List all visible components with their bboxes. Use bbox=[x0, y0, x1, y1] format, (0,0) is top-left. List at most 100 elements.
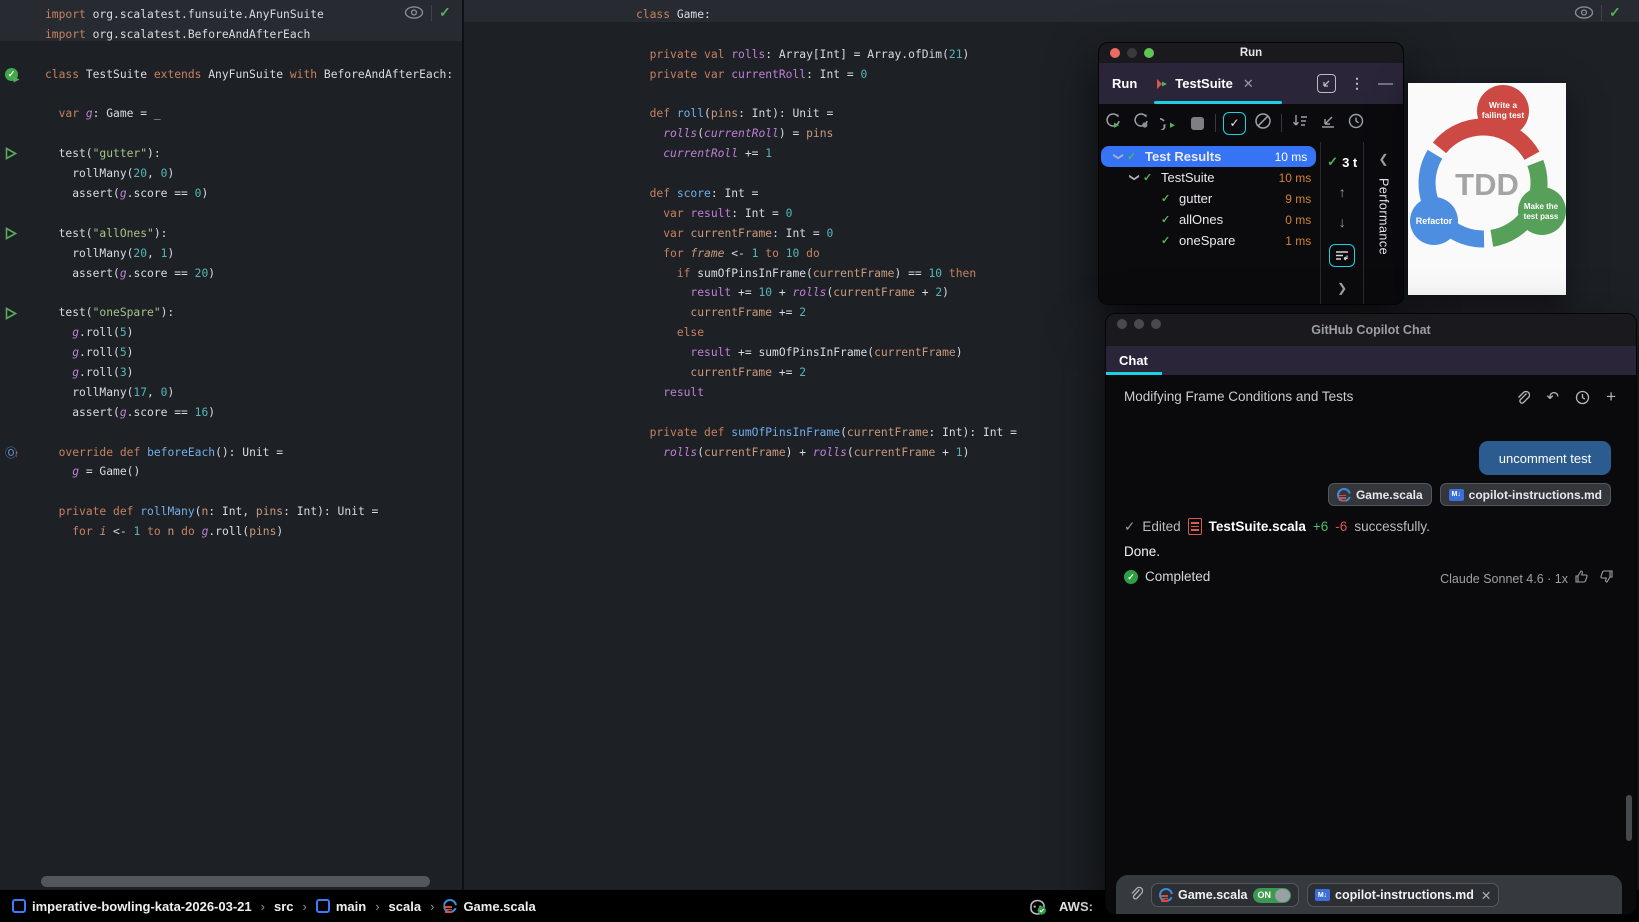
test-tree-row[interactable]: ❯ ✓ TestSuite 10 ms bbox=[1099, 167, 1320, 188]
test-nav-strip: ✓ 3 t ↑ ↓ ❯ bbox=[1320, 142, 1363, 304]
kebab-menu-icon[interactable]: ⋮ bbox=[1350, 75, 1364, 92]
code-line: assert(g.score == 20) bbox=[45, 266, 216, 280]
test-duration: 9 ms bbox=[1285, 191, 1312, 206]
test-tree-row[interactable]: ✓ allOnes 0 ms bbox=[1099, 209, 1320, 230]
run-window[interactable]: Run Run TestSuite ✕ ⋮ — ✓ ❯ ✓ Test Resul… bbox=[1098, 42, 1404, 305]
horizontal-scrollbar[interactable] bbox=[41, 876, 430, 887]
attachment-icon[interactable] bbox=[1514, 389, 1531, 405]
tab-performance[interactable]: Performance bbox=[1377, 178, 1391, 255]
edited-file-link[interactable]: TestSuite.scala bbox=[1209, 519, 1306, 534]
history-icon[interactable] bbox=[1575, 390, 1590, 405]
run-panel-label: Run bbox=[1112, 76, 1138, 91]
context-chip-game-scala[interactable]: Game.scala ON bbox=[1151, 883, 1299, 907]
move-to-editor-icon[interactable] bbox=[1317, 74, 1336, 93]
chat-scrollbar[interactable] bbox=[1626, 795, 1632, 841]
new-chat-icon[interactable]: + bbox=[1606, 387, 1616, 407]
code-line: currentFrame += 2 bbox=[690, 306, 807, 320]
collapse-icon[interactable]: ❮ bbox=[1379, 152, 1389, 166]
code-line: result += sumOfPinsInFrame(currentFrame) bbox=[690, 346, 963, 360]
zoom-window-button[interactable] bbox=[1144, 48, 1154, 58]
context-on-toggle[interactable]: ON bbox=[1252, 887, 1291, 903]
expand-chevron-icon[interactable]: ❯ bbox=[1113, 148, 1124, 166]
thumbs-up-icon[interactable] bbox=[1574, 569, 1589, 584]
copilot-chat-window[interactable]: GitHub Copilot Chat Chat Modifying Frame… bbox=[1105, 313, 1637, 915]
breadcrumb-item[interactable]: main bbox=[315, 899, 366, 914]
close-tab-icon[interactable]: ✕ bbox=[1243, 76, 1254, 92]
minimize-window-button[interactable] bbox=[1127, 48, 1137, 58]
minimize-panel-icon[interactable]: — bbox=[1378, 75, 1393, 92]
suite-passed-gutter-icon[interactable]: ✓ bbox=[5, 67, 20, 83]
overrides-method-gutter-icon[interactable]: Ⓞ↑ bbox=[5, 446, 20, 461]
code-line: test("oneSpare"): bbox=[45, 306, 175, 320]
previous-test-icon[interactable]: ↑ bbox=[1339, 184, 1346, 200]
breadcrumb-item[interactable]: src bbox=[274, 899, 294, 914]
chip-game-scala[interactable]: Game.scala bbox=[1327, 483, 1432, 506]
pane-divider[interactable] bbox=[462, 0, 464, 890]
code-line: import org.scalatest.funsuite.AnyFunSuit… bbox=[45, 8, 324, 21]
run-test-gutter-icon[interactable] bbox=[5, 227, 20, 242]
code-line: g.roll(5) bbox=[72, 326, 134, 340]
rerun-failed-button[interactable] bbox=[1127, 112, 1155, 134]
chat-titlebar[interactable]: GitHub Copilot Chat bbox=[1106, 314, 1636, 346]
run-window-titlebar[interactable]: Run bbox=[1099, 43, 1403, 63]
context-chip-copilot-instructions[interactable]: M↓ copilot-instructions.md ✕ bbox=[1307, 883, 1500, 907]
divider bbox=[1215, 114, 1216, 132]
zoom-window-button[interactable] bbox=[1151, 319, 1161, 329]
toggle-auto-test-button[interactable] bbox=[1152, 112, 1183, 134]
testsuite-file-icon bbox=[1187, 518, 1202, 535]
test-results-tree[interactable]: ❯ ✓ Test Results 10 ms ❯ ✓ TestSuite 10 ms ✓ gutt… bbox=[1099, 142, 1320, 304]
thumbs-down-icon[interactable] bbox=[1599, 569, 1614, 584]
code-line: test("allOnes"): bbox=[45, 226, 168, 240]
rerun-tests-button[interactable] bbox=[1099, 112, 1127, 134]
aws-status-label[interactable]: AWS: bbox=[1059, 899, 1093, 914]
code-line: currentFrame += 2 bbox=[690, 366, 807, 380]
undo-icon[interactable]: ↶ bbox=[1546, 388, 1559, 406]
show-passed-filter-button[interactable]: ✓ bbox=[1223, 111, 1246, 135]
test-tree-row[interactable]: ❯ ✓ Test Results 10 ms bbox=[1101, 146, 1317, 167]
traffic-lights bbox=[1110, 48, 1154, 58]
code-line: else bbox=[676, 326, 705, 340]
next-test-icon[interactable]: ↓ bbox=[1339, 214, 1346, 230]
testsuite-code-pane[interactable]: import org.scalatest.funsuite.AnyFunSuit… bbox=[45, 5, 462, 542]
copilot-status-icon[interactable] bbox=[1028, 898, 1047, 915]
chat-input-box[interactable]: Game.scala ON M↓ copilot-instructions.md… bbox=[1116, 875, 1622, 914]
breadcrumb[interactable]: imperative-bowling-kata-2026-03-21 › src › m… bbox=[0, 899, 536, 914]
tab-testsuite[interactable]: TestSuite ✕ bbox=[1155, 76, 1254, 92]
code-line: currentRoll += 1 bbox=[663, 147, 773, 161]
left-pane-actions: ✓ bbox=[404, 4, 451, 21]
test-tree-row[interactable]: ✓ gutter 9 ms bbox=[1099, 188, 1320, 209]
eye-icon[interactable] bbox=[1574, 5, 1594, 20]
breadcrumb-item[interactable]: scala bbox=[389, 899, 422, 914]
tab-chat[interactable]: Chat bbox=[1119, 353, 1148, 368]
attach-context-icon[interactable] bbox=[1128, 885, 1144, 905]
eye-icon[interactable] bbox=[404, 5, 424, 20]
import-tests-icon[interactable] bbox=[1314, 112, 1342, 134]
divider bbox=[1601, 4, 1602, 21]
chat-input-placeholder[interactable]: Add context (#), extensions (@), command… bbox=[1130, 912, 1420, 914]
test-tree-row[interactable]: ✓ oneSpare 1 ms bbox=[1099, 230, 1320, 251]
minimize-window-button[interactable] bbox=[1134, 319, 1144, 329]
game-code-pane[interactable]: class Game: private val rolls: Array[Int… bbox=[636, 5, 1017, 462]
expand-chevron-icon[interactable]: ❯ bbox=[1129, 169, 1140, 187]
chip-copilot-instructions[interactable]: M↓ copilot-instructions.md bbox=[1439, 483, 1611, 506]
sort-by-duration-icon[interactable] bbox=[1286, 112, 1314, 134]
run-test-gutter-icon[interactable] bbox=[5, 147, 20, 162]
stop-button[interactable] bbox=[1183, 116, 1211, 130]
code-line: var result: Int = 0 bbox=[663, 206, 793, 220]
check-icon: ✓ bbox=[1124, 518, 1136, 534]
test-history-icon[interactable] bbox=[1342, 112, 1370, 134]
breadcrumb-item[interactable]: Game.scala bbox=[443, 899, 536, 914]
breadcrumb-item[interactable]: imperative-bowling-kata-2026-03-21 bbox=[12, 899, 252, 914]
code-line: private def sumOfPinsInFrame(currentFram… bbox=[649, 425, 1017, 439]
run-test-gutter-icon[interactable] bbox=[5, 306, 20, 322]
scala-icon bbox=[443, 899, 458, 913]
show-ignored-filter-button[interactable] bbox=[1249, 112, 1277, 134]
expand-strip-icon[interactable]: ❯ bbox=[1337, 281, 1347, 295]
close-window-button[interactable] bbox=[1117, 319, 1127, 329]
track-running-test-button[interactable] bbox=[1329, 244, 1356, 267]
remove-chip-icon[interactable]: ✕ bbox=[1481, 888, 1491, 903]
close-window-button[interactable] bbox=[1110, 48, 1120, 58]
